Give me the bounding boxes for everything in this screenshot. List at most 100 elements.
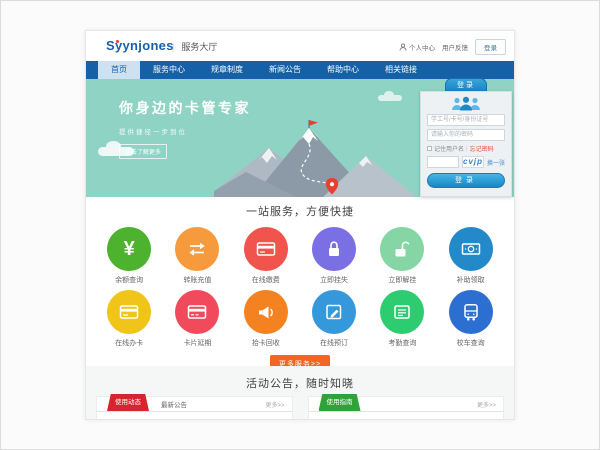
service-circle (175, 290, 219, 334)
edit-icon (324, 302, 344, 322)
service-circle (449, 227, 493, 271)
cloud-right (378, 95, 402, 101)
hero-subtitle: 提供捷径一步到位 (119, 126, 251, 136)
site-name-label: 服务大厅 (181, 42, 217, 52)
megaphone-icon (256, 302, 276, 322)
captcha-input[interactable] (427, 156, 459, 168)
services-title: 一站服务，方便快捷 (86, 203, 514, 219)
header-right: 个人中心 用户反馈 登录 (399, 39, 506, 55)
logo-y-accent: y (115, 38, 123, 53)
captcha-row: cvjp 换一张 (427, 156, 505, 168)
tab-usage-guide[interactable]: 使用指南 (319, 394, 361, 411)
service-circle (175, 227, 219, 271)
service-circle (380, 227, 424, 271)
services-grid: ¥ 余额查询 转账充值 在线缴费 立即挂失 (95, 227, 505, 353)
login-tab[interactable]: 登录 (445, 78, 487, 92)
service-attendance-inquiry[interactable]: 考勤查询 (368, 290, 436, 348)
site-name: | 服务大厅 (172, 40, 217, 53)
desktop-background: { "page": { "header": { "logo_s": "S", "… (0, 0, 600, 450)
person-icon (399, 43, 407, 51)
bus-icon (461, 302, 481, 322)
more-services-button[interactable]: 更多服务>> (270, 355, 330, 366)
logo-s: S (106, 38, 115, 53)
service-found-card-return[interactable]: 拾卡回收 (232, 290, 300, 348)
hero-text-block: 你身边的卡管专家 提供捷径一步到位 点击了解更多 (119, 98, 251, 159)
nav-item-service-center[interactable]: 服务中心 (140, 61, 198, 79)
guide-more-link[interactable]: 更多>> (477, 400, 496, 409)
login-form: 记住用户名 | 忘记密码 cvjp 换一张 登录 (420, 91, 512, 197)
service-label: 在线预订 (300, 338, 368, 348)
service-online-card-apply[interactable]: 在线办卡 (95, 290, 163, 348)
service-transfer-recharge[interactable]: 转账充值 (163, 227, 231, 285)
service-label: 在线缴费 (232, 275, 300, 285)
services-section: 一站服务，方便快捷 ¥ 余额查询 转账充值 在线缴费 (86, 197, 514, 366)
hero-cta-button[interactable]: 点击了解更多 (119, 144, 167, 159)
tab-latest-announcements[interactable]: 最新公告 (161, 399, 187, 409)
service-online-booking[interactable]: 在线预订 (300, 290, 368, 348)
nav-item-rules[interactable]: 规章制度 (198, 61, 256, 79)
service-circle (380, 290, 424, 334)
service-label: 转账充值 (163, 275, 231, 285)
service-online-payment[interactable]: 在线缴费 (232, 227, 300, 285)
service-circle (244, 290, 288, 334)
service-school-bus-inquiry[interactable]: 校车查询 (436, 290, 504, 348)
login-submit-button[interactable]: 登录 (427, 173, 505, 188)
main-nav: 首页 服务中心 规章制度 新闻公告 帮助中心 相关链接 (86, 61, 514, 79)
logo-divider: | (172, 42, 174, 52)
service-report-loss[interactable]: 立即挂失 (300, 227, 368, 285)
bank-card-icon (256, 239, 276, 259)
service-subsidy-collect[interactable]: 补助领取 (436, 227, 504, 285)
captcha-refresh-link[interactable]: 换一张 (487, 158, 505, 167)
service-card-extension[interactable]: 卡片延期 (163, 290, 231, 348)
service-circle (312, 290, 356, 334)
forgot-password-link[interactable]: 忘记密码 (470, 144, 494, 153)
service-balance-inquiry[interactable]: ¥ 余额查询 (95, 227, 163, 285)
unlock-icon (392, 239, 412, 259)
service-label: 余额查询 (95, 275, 163, 285)
personal-center-link[interactable]: 个人中心 (399, 42, 435, 52)
bank-card-icon (119, 302, 139, 322)
service-label: 立即挂失 (300, 275, 368, 285)
hero-headline: 你身边的卡管专家 (119, 98, 251, 118)
logo[interactable]: Syynjones (106, 38, 174, 53)
site-header: Syynjones | 服务大厅 个人中心 用户反馈 登录 (86, 31, 514, 61)
dynamics-panel-tabs: 使用动态 最新公告 更多>> (97, 397, 292, 412)
dynamics-more-link[interactable]: 更多>> (265, 400, 284, 409)
feedback-link[interactable]: 用户反馈 (442, 42, 468, 52)
service-unlock[interactable]: 立即解挂 (368, 227, 436, 285)
remember-checkbox[interactable] (427, 146, 432, 151)
attendance-list-icon (392, 302, 412, 322)
card-renew-icon (187, 302, 207, 322)
header-login-button[interactable]: 登录 (475, 39, 506, 55)
tab-usage-dynamics[interactable]: 使用动态 (107, 394, 149, 411)
service-circle: ¥ (107, 227, 151, 271)
website-page: Syynjones | 服务大厅 个人中心 用户反馈 登录 首页 服务中心 规章制… (85, 30, 515, 420)
users-group-icon (449, 96, 483, 111)
service-label: 立即解挂 (368, 275, 436, 285)
service-circle (107, 290, 151, 334)
nav-item-links[interactable]: 相关链接 (372, 61, 430, 79)
personal-center-label: 个人中心 (409, 42, 435, 52)
remember-row: 记住用户名 | 忘记密码 (427, 144, 505, 153)
service-circle (449, 290, 493, 334)
nav-item-news[interactable]: 新闻公告 (256, 61, 314, 79)
captcha-image[interactable]: cvjp (462, 156, 484, 168)
login-panel: 登录 记住用户名 | 忘记密码 cvjp 换一张 登录 (420, 78, 512, 197)
transfer-arrows-icon (187, 239, 207, 259)
announcements-section: 活动公告，随时知晓 使用动态 最新公告 更多>> 使用指南 更多>> (86, 366, 514, 419)
guide-panel-tabs: 使用指南 更多>> (309, 397, 504, 412)
feedback-label: 用户反馈 (442, 42, 468, 52)
service-label: 考勤查询 (368, 338, 436, 348)
password-input[interactable] (427, 129, 505, 141)
nav-item-home[interactable]: 首页 (98, 61, 140, 79)
nav-item-help[interactable]: 帮助中心 (314, 61, 372, 79)
dynamics-panel: 使用动态 最新公告 更多>> (96, 396, 293, 419)
announcement-panels: 使用动态 最新公告 更多>> 使用指南 更多>> (96, 396, 504, 419)
service-label: 在线办卡 (95, 338, 163, 348)
logo-rest: ynjones (123, 38, 174, 53)
banknote-icon (461, 239, 481, 259)
username-input[interactable] (427, 114, 505, 126)
service-label: 拾卡回收 (232, 338, 300, 348)
service-circle (312, 227, 356, 271)
remember-label: 记住用户名 (434, 144, 464, 153)
